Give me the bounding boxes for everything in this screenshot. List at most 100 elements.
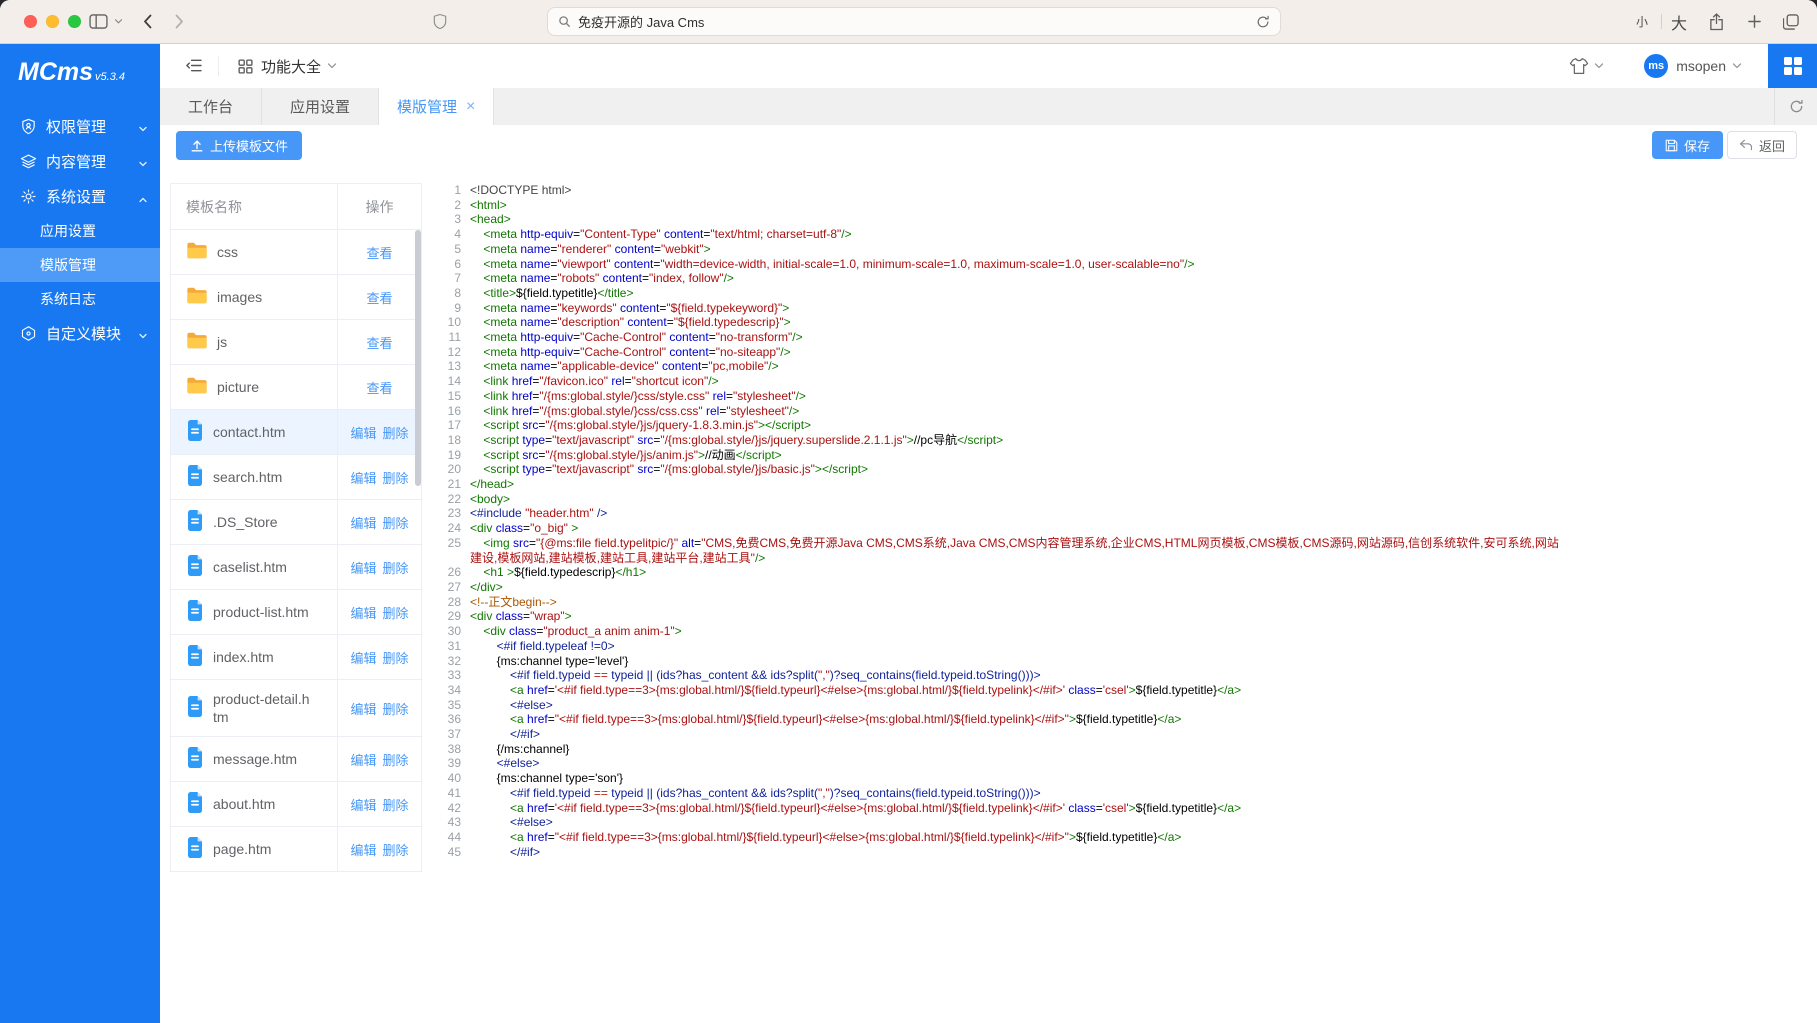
edit-link[interactable]: 编辑 (350, 513, 376, 532)
sidebar-dropdown-chevron-icon[interactable] (112, 0, 124, 43)
delete-link[interactable]: 删除 (383, 558, 409, 577)
code-line: <div class="product_a anim anim-1"> (470, 624, 1559, 639)
browser-sidebar-toggle-icon[interactable] (86, 0, 110, 43)
edit-link[interactable]: 编辑 (350, 423, 376, 442)
table-row[interactable]: index.htm编辑删除 (171, 634, 421, 679)
edit-link[interactable]: 编辑 (350, 468, 376, 487)
line-number: 13 (437, 359, 461, 374)
code-line: <#if field.typeleaf !=0> (470, 639, 1559, 654)
table-row[interactable]: product-detail.htm编辑删除 (171, 679, 421, 736)
share-icon[interactable] (1706, 0, 1726, 43)
code-editor-row: 33 <#if field.typeid == typeid || (ids?h… (437, 668, 1559, 683)
sidebar-item-权限管理[interactable]: 权限管理 (0, 109, 160, 144)
zoom-window-button[interactable] (68, 15, 81, 28)
tab-工作台[interactable]: 工作台 (160, 88, 262, 125)
sidebar-item-系统设置[interactable]: 系统设置 (0, 179, 160, 214)
new-tab-icon[interactable] (1744, 0, 1764, 43)
file-icon (186, 792, 204, 816)
table-row[interactable]: about.htm编辑删除 (171, 781, 421, 826)
code-editor-row: 14 <link href="/favicon.ico" rel="shortc… (437, 374, 1559, 389)
view-link[interactable]: 查看 (366, 243, 392, 262)
privacy-shield-icon[interactable] (430, 0, 450, 43)
table-row[interactable]: css查看 (171, 229, 421, 274)
edit-link[interactable]: 编辑 (350, 699, 376, 718)
code-editor-row: 31 <#if field.typeleaf !=0> (437, 639, 1559, 654)
sidebar-subitem-应用设置[interactable]: 应用设置 (0, 214, 160, 248)
delete-link[interactable]: 删除 (383, 699, 409, 718)
line-number: 11 (437, 330, 461, 345)
table-row[interactable]: caselist.htm编辑删除 (171, 544, 421, 589)
delete-link[interactable]: 删除 (383, 423, 409, 442)
address-bar[interactable]: 免疫开源的 Java Cms (547, 7, 1281, 36)
view-link[interactable]: 查看 (366, 378, 392, 397)
edit-link[interactable]: 编辑 (350, 603, 376, 622)
feature-menu[interactable]: 功能大全 (238, 44, 337, 88)
code-editor-row: 11 <meta http-equiv="Cache-Control" cont… (437, 330, 1559, 345)
row-actions: 编辑删除 (337, 737, 421, 781)
code-editor-row: 22<body> (437, 492, 1559, 507)
text-larger-button[interactable]: 大 (1668, 0, 1690, 43)
apps-launcher-button[interactable] (1768, 44, 1817, 88)
code-editor[interactable]: 1<!DOCTYPE html>2<html>3<head>4 <meta ht… (437, 183, 1559, 859)
line-number: 37 (437, 727, 461, 742)
file-name: message.htm (213, 750, 297, 768)
edit-link[interactable]: 编辑 (350, 795, 376, 814)
line-number: 16 (437, 404, 461, 419)
sidebar: MCmsv5.3.4 权限管理内容管理系统设置应用设置模版管理系统日志自定义模块 (0, 44, 160, 1023)
edit-link[interactable]: 编辑 (350, 840, 376, 859)
forward-button[interactable] (171, 0, 187, 43)
text-smaller-button[interactable]: 小 (1632, 0, 1652, 43)
delete-link[interactable]: 删除 (383, 513, 409, 532)
minimize-window-button[interactable] (46, 15, 59, 28)
delete-link[interactable]: 删除 (383, 795, 409, 814)
edit-link[interactable]: 编辑 (350, 648, 376, 667)
row-actions: 编辑删除 (337, 410, 421, 454)
upload-template-button[interactable]: 上传模板文件 (176, 131, 302, 160)
table-row[interactable]: product-list.htm编辑删除 (171, 589, 421, 634)
view-link[interactable]: 查看 (366, 288, 392, 307)
tab-close-icon[interactable]: × (466, 99, 475, 115)
sidebar-item-自定义模块[interactable]: 自定义模块 (0, 316, 160, 351)
table-row[interactable]: contact.htm编辑删除 (171, 409, 421, 454)
delete-link[interactable]: 删除 (383, 840, 409, 859)
tab-overview-icon[interactable] (1780, 0, 1802, 43)
back-return-button[interactable]: 返回 (1727, 131, 1797, 159)
app-logo: MCmsv5.3.4 (0, 44, 160, 87)
sidebar-subitem-系统日志[interactable]: 系统日志 (0, 282, 160, 316)
edit-link[interactable]: 编辑 (350, 558, 376, 577)
view-link[interactable]: 查看 (366, 333, 392, 352)
save-button[interactable]: 保存 (1652, 131, 1723, 159)
sidebar-subitem-模版管理[interactable]: 模版管理 (0, 248, 160, 282)
table-row[interactable]: message.htm 编辑删除 (171, 736, 421, 781)
return-arrow-icon (1739, 139, 1753, 151)
line-number: 31 (437, 639, 461, 654)
edit-link[interactable]: 编辑 (350, 750, 376, 769)
apps-grid-icon (238, 59, 253, 74)
table-row[interactable]: picture查看 (171, 364, 421, 409)
code-editor-row: 42 <a href='<#if field.type==3>{ms:globa… (437, 801, 1559, 816)
refresh-tab-button[interactable] (1774, 88, 1817, 125)
code-line: {ms:channel type='son'} (470, 771, 1559, 786)
back-button[interactable] (139, 0, 155, 43)
main-column: 功能大全 ms msopen 工作台应用设置模版管理× (160, 44, 1817, 1023)
table-scrollbar-thumb[interactable] (415, 230, 421, 486)
username[interactable]: msopen (1676, 58, 1726, 74)
delete-link[interactable]: 删除 (383, 750, 409, 769)
table-row[interactable]: search.htm编辑删除 (171, 454, 421, 499)
table-row[interactable]: js查看 (171, 319, 421, 364)
code-editor-row: 5 <meta name="renderer" content="webkit"… (437, 242, 1559, 257)
close-window-button[interactable] (24, 15, 37, 28)
user-avatar[interactable]: ms (1644, 54, 1668, 78)
sidebar-item-内容管理[interactable]: 内容管理 (0, 144, 160, 179)
tab-模版管理[interactable]: 模版管理× (379, 88, 494, 125)
tab-应用设置[interactable]: 应用设置 (262, 88, 379, 125)
table-row[interactable]: page.htm编辑删除 (171, 826, 421, 871)
delete-link[interactable]: 删除 (383, 603, 409, 622)
delete-link[interactable]: 删除 (383, 468, 409, 487)
table-row[interactable]: .DS_Store编辑删除 (171, 499, 421, 544)
theme-tshirt-icon[interactable] (1569, 57, 1589, 75)
table-row[interactable]: images查看 (171, 274, 421, 319)
collapse-sidebar-icon[interactable] (185, 58, 202, 78)
reload-button[interactable] (1256, 15, 1270, 29)
delete-link[interactable]: 删除 (383, 648, 409, 667)
